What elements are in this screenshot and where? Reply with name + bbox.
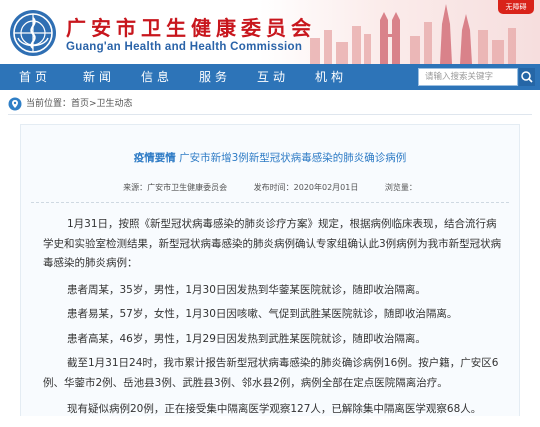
paragraph: 患者周某，35岁，男性，1月30日因发热到华蓥某医院就诊，随即收治隔离。	[67, 283, 426, 296]
article-publish-time: 发布时间：2020年02月01日	[253, 183, 359, 192]
site-header: 广安市卫生健康委员会 Guang'an Health and Health Co…	[0, 0, 540, 64]
paragraph: 患者高某，46岁，男性，1月29日因发热到武胜某医院就诊，随即收治隔离。	[67, 332, 426, 345]
nav-item-info[interactable]: 信息	[128, 64, 186, 90]
site-title: 广安市卫生健康委员会	[66, 16, 316, 40]
accessibility-flag[interactable]: 无障碍	[498, 0, 534, 14]
article-title: 疫情要情 广安市新增3例新型冠状病毒感染的肺炎确诊病例	[21, 150, 519, 165]
breadcrumb: 当前位置：首页>卫生动态	[8, 93, 532, 115]
search-icon[interactable]	[519, 68, 535, 86]
paragraph: 1月31日，按照《新型冠状病毒感染的肺炎诊疗方案》规定，根据病例临床表现，结合流…	[43, 218, 502, 269]
breadcrumb-path[interactable]: 首页>卫生动态	[71, 99, 133, 109]
article-source: 来源：广安市卫生健康委员会	[123, 183, 228, 192]
article-panel: 疫情要情 广安市新增3例新型冠状病毒感染的肺炎确诊病例 来源：广安市卫生健康委员…	[20, 124, 520, 416]
paragraph: 现有疑似病例20例，正在接受集中隔离医学观察127人，已解除集中隔离医学观察68…	[67, 403, 482, 415]
meta-divider	[31, 202, 509, 203]
nav-item-news[interactable]: 新闻	[70, 64, 128, 90]
article-headline: 广安市新增3例新型冠状病毒感染的肺炎确诊病例	[179, 152, 407, 164]
article-views: 浏览量：	[384, 183, 417, 192]
nav-item-interact[interactable]: 互动	[244, 64, 302, 90]
paragraph: 患者易某，57岁，女性，1月30日因咳嗽、气促到武胜某医院就诊，随即收治隔离。	[67, 308, 458, 320]
site-subtitle: Guang'an Health and Health Commission	[66, 41, 303, 53]
nav-item-home[interactable]: 首页	[0, 64, 70, 90]
article-meta: 来源：广安市卫生健康委员会 发布时间：2020年02月01日 浏览量：	[21, 182, 519, 196]
breadcrumb-prefix: 当前位置：	[26, 99, 72, 109]
article-body: 1月31日，按照《新型冠状病毒感染的肺炎诊疗方案》规定，根据病例临床表现，结合流…	[43, 215, 503, 427]
location-icon	[8, 97, 22, 110]
paragraph: 截至1月31日24时，我市累计报告新型冠状病毒感染的肺炎确诊病例16例。按户籍，…	[43, 357, 499, 389]
emblem-icon[interactable]	[8, 8, 58, 58]
article-tag: 疫情要情	[133, 152, 176, 164]
nav-item-org[interactable]: 机构	[302, 64, 360, 90]
search-input[interactable]: 请输入搜索关键字	[418, 68, 518, 86]
main-nav: 首页 新闻 信息 服务 互动 机构 请输入搜索关键字	[0, 64, 540, 90]
accessibility-label: 无障碍	[505, 3, 527, 11]
nav-item-service[interactable]: 服务	[186, 64, 244, 90]
